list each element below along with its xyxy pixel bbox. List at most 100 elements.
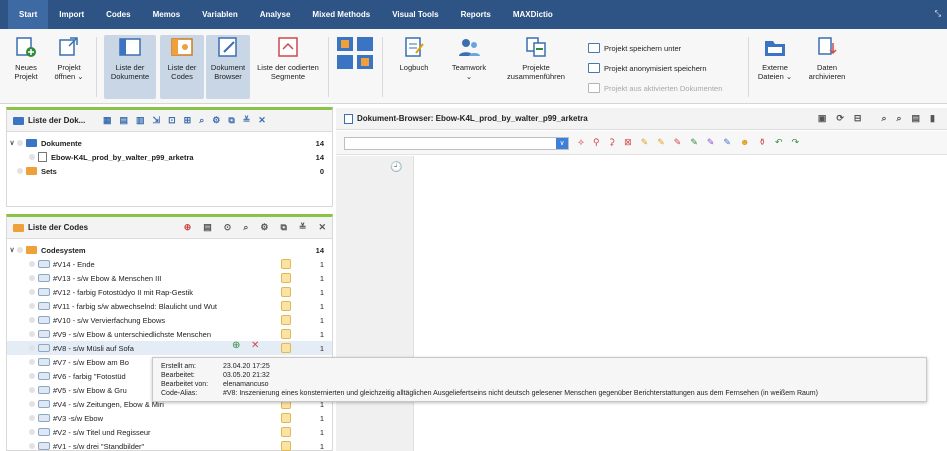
memo-icon[interactable] [281, 441, 291, 451]
code-select[interactable]: ∨ [344, 137, 569, 150]
activation-dot[interactable] [17, 140, 23, 146]
tree-row-document[interactable]: Ebow-K4L_prod_by_walter_p99_arketra 14 [7, 150, 332, 164]
tab-codes[interactable]: Codes [95, 0, 141, 29]
logbook-button[interactable]: Logbuch [392, 35, 436, 99]
browser-toolbar-icon[interactable]: ▣ [818, 113, 827, 124]
activation-dot[interactable] [29, 261, 35, 267]
activation-dot[interactable] [17, 247, 23, 253]
tab-variablen[interactable]: Variablen [191, 0, 249, 29]
activation-dot[interactable] [29, 303, 35, 309]
search-icon[interactable]: ⌕ [243, 222, 248, 233]
add-icon[interactable]: ⊕ [232, 340, 240, 351]
code-toolbar-icon[interactable]: ⊙ [224, 222, 232, 233]
document-list-button[interactable]: Liste der Dokumente [104, 35, 156, 99]
undock-icon[interactable]: ⧉ [228, 115, 234, 126]
activation-dot[interactable] [29, 387, 35, 393]
coded-segments-button[interactable]: Liste der codierten Segmente [252, 35, 324, 99]
highlighter-icon[interactable]: ✎ [723, 137, 731, 148]
tab-mixed-methods[interactable]: Mixed Methods [301, 0, 381, 29]
close-icon[interactable]: ✕ [318, 222, 326, 233]
activation-dot[interactable] [29, 373, 35, 379]
memo-icon[interactable] [281, 259, 291, 269]
tree-row-sets[interactable]: Sets 0 [7, 164, 332, 178]
highlighter-icon[interactable]: ✎ [641, 137, 649, 148]
memo-icon[interactable] [281, 301, 291, 311]
code-list-button[interactable]: Liste der Codes [160, 35, 204, 99]
browser-toolbar-icon[interactable]: ▤ [912, 113, 921, 124]
code-toolbar-icon[interactable]: ▤ [203, 222, 212, 233]
doc-toolbar-icon[interactable]: ⊡ [168, 115, 176, 126]
tab-memos[interactable]: Memos [142, 0, 192, 29]
doc-toolbar-icon[interactable]: ⇲ [153, 115, 161, 126]
activation-dot[interactable] [29, 429, 35, 435]
delete-icon[interactable]: ✕ [251, 340, 259, 351]
collapse-ribbon-icon[interactable]: ⤡ [935, 9, 941, 19]
tab-maxdictio[interactable]: MAXDictio [502, 0, 564, 29]
activation-dot[interactable] [29, 415, 35, 421]
chevron-down-icon[interactable]: ∨ [556, 138, 568, 149]
search-icon[interactable]: ⌕ [199, 115, 204, 126]
tree-row-codesystem[interactable]: ∨ Codesystem 14 [7, 243, 332, 257]
chevron-down-icon[interactable]: ∨ [7, 246, 17, 254]
new-project-button[interactable]: Neues Projekt [6, 35, 46, 99]
undock-icon[interactable]: ⧉ [280, 222, 286, 233]
close-icon[interactable]: ✕ [258, 115, 266, 126]
merge-projects-button[interactable]: Projekte zusammenführen [500, 35, 572, 99]
memo-icon[interactable] [281, 287, 291, 297]
code-row[interactable]: #V10 - s/w Vervierfachung Ebows 1 [7, 313, 332, 327]
code-row[interactable]: #V14 - Ende 1 [7, 257, 332, 271]
highlighter-icon[interactable]: ✎ [674, 137, 682, 148]
browser-toolbar-icon[interactable]: ⊟ [854, 113, 862, 124]
gear-icon[interactable]: ⚙ [260, 222, 268, 233]
browser-toolbar-icon[interactable]: ▮ [930, 113, 935, 124]
doc-toolbar-icon[interactable]: ▥ [136, 115, 145, 126]
gear-icon[interactable]: ⚙ [212, 115, 220, 126]
save-project-as-item[interactable]: Projekt speichern unter [588, 43, 681, 53]
tree-row-documents[interactable]: ∨ Dokumente 14 [7, 136, 332, 150]
archive-data-button[interactable]: Daten archivieren [806, 35, 848, 99]
emoticode-icon[interactable]: ☻ [740, 137, 749, 148]
code-row[interactable]: #V2 - s/w Titel und Regisseur 1 [7, 425, 332, 439]
document-browser-button[interactable]: Dokument Browser [206, 35, 250, 99]
tab-import[interactable]: Import [48, 0, 95, 29]
memo-icon[interactable] [281, 427, 291, 437]
memo-icon[interactable] [281, 315, 291, 325]
memo-icon[interactable] [281, 413, 291, 423]
code-tool-icon[interactable]: ⚳ [609, 137, 616, 148]
code-row[interactable]: #V9 - s/w Ebow & unterschiedlichste Mens… [7, 327, 332, 341]
activation-dot[interactable] [29, 359, 35, 365]
tab-analyse[interactable]: Analyse [249, 0, 302, 29]
activation-dot[interactable] [29, 275, 35, 281]
new-code-icon[interactable]: ⊕ [184, 222, 192, 233]
memo-icon[interactable] [281, 343, 291, 353]
activation-dot[interactable] [29, 401, 35, 407]
layout-grid-button[interactable] [332, 35, 378, 99]
highlighter-icon[interactable]: ✎ [690, 137, 698, 148]
code-tool-icon[interactable]: ⚲ [593, 137, 600, 148]
activation-dot[interactable] [17, 168, 23, 174]
highlighter-icon[interactable]: ✎ [707, 137, 715, 148]
teamwork-button[interactable]: Teamwork ⌄ [446, 35, 492, 99]
pin-icon[interactable]: ≚ [243, 115, 251, 126]
activation-dot[interactable] [29, 317, 35, 323]
doc-toolbar-icon[interactable]: ▦ [103, 115, 112, 126]
tab-visual-tools[interactable]: Visual Tools [381, 0, 449, 29]
activation-dot[interactable] [29, 443, 35, 449]
memo-icon[interactable] [281, 329, 291, 339]
doc-toolbar-icon[interactable]: ⊞ [184, 115, 192, 126]
code-row[interactable]: #V12 - farbig Fotostüdyo II mit Rap-Gest… [7, 285, 332, 299]
doc-toolbar-icon[interactable]: ▤ [120, 115, 129, 126]
code-tool-icon[interactable]: ↶ [775, 137, 783, 148]
code-row[interactable]: #V8 - s/w Müsli auf Sofa 1 [7, 341, 332, 355]
activation-dot[interactable] [29, 331, 35, 337]
pin-icon[interactable]: ≚ [299, 222, 307, 233]
code-tool-icon[interactable]: ↷ [792, 137, 800, 148]
zoom-out-icon[interactable]: ⌕ [896, 113, 901, 124]
activation-dot[interactable] [29, 289, 35, 295]
code-tool-icon[interactable]: ⊠ [624, 137, 632, 148]
memo-icon[interactable] [281, 273, 291, 283]
document-browser-surface[interactable] [336, 156, 947, 451]
activation-dot[interactable] [29, 154, 35, 160]
external-files-button[interactable]: Externe Dateien ⌄ [754, 35, 796, 99]
tab-start[interactable]: Start [8, 0, 49, 29]
